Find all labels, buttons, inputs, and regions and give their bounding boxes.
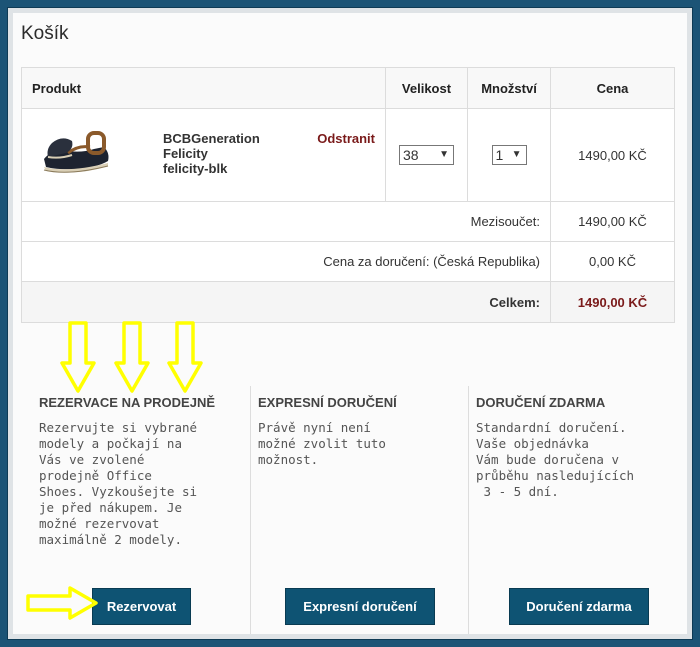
- cart-table: Produkt Velikost Množství Cena BCBGenera…: [21, 67, 675, 323]
- header-product: Produkt: [21, 67, 386, 109]
- product-name[interactable]: BCBGeneration Felicity felicity-blk: [163, 131, 260, 176]
- header-price: Cena: [550, 67, 675, 109]
- free-delivery-text: Standardní doručení. Vaše objednávka Vám…: [476, 420, 635, 499]
- size-cell: 38 ▼: [385, 108, 468, 202]
- shipping-row: Cena za doručení: (Česká Republika) 0,00…: [21, 241, 675, 282]
- product-sku: felicity-blk: [163, 161, 228, 176]
- express-option: EXPRESNÍ DORUČENÍ Právě nyní není možné …: [251, 386, 469, 634]
- reserve-heading: REZERVACE NA PRODEJNĚ: [39, 395, 216, 410]
- header-quantity: Množství: [467, 67, 551, 109]
- subtotal-label: Mezisoučet:: [21, 201, 551, 242]
- total-value: 1490,00 KČ: [550, 281, 675, 323]
- remove-item-link[interactable]: Odstranit: [317, 131, 375, 146]
- header-size: Velikost: [385, 67, 468, 109]
- quantity-cell: 1 ▼: [467, 108, 551, 202]
- size-select-value: 38: [403, 147, 419, 163]
- subtotal-value: 1490,00 KČ: [550, 201, 675, 242]
- shipping-label: Cena za doručení: (Česká Republika): [21, 241, 551, 282]
- reserve-text: Rezervujte si vybrané modely a počkají n…: [39, 420, 198, 547]
- annotation-arrow-down-icon: [167, 321, 203, 393]
- product-cell: BCBGeneration Felicity felicity-blk Odst…: [21, 108, 386, 202]
- annotation-arrow-down-icon: [60, 321, 96, 393]
- cart-panel: Košík Produkt Velikost Množství Cena BCB…: [13, 13, 687, 634]
- quantity-select[interactable]: 1 ▼: [491, 145, 527, 165]
- page-title: Košík: [21, 23, 69, 44]
- total-row: Celkem: 1490,00 KČ: [21, 281, 675, 323]
- annotation-arrow-down-icon: [114, 321, 150, 393]
- shoe-image[interactable]: [38, 123, 114, 183]
- product-brand: BCBGeneration: [163, 131, 260, 146]
- select-arrow-icon: ▼: [439, 149, 449, 160]
- express-heading: EXPRESNÍ DORUČENÍ: [258, 395, 397, 410]
- free-delivery-button[interactable]: Doručení zdarma: [509, 588, 649, 625]
- cart-header-row: Produkt Velikost Množství Cena: [21, 67, 675, 109]
- reserve-button[interactable]: Rezervovat: [92, 588, 191, 625]
- free-delivery-heading: DORUČENÍ ZDARMA: [476, 395, 606, 410]
- free-delivery-option: DORUČENÍ ZDARMA Standardní doručení. Vaš…: [469, 386, 675, 634]
- express-text: Právě nyní není možné zvolit tuto možnos…: [258, 420, 386, 467]
- select-arrow-icon: ▼: [511, 149, 522, 160]
- annotation-arrow-right-icon: [26, 586, 98, 620]
- size-select[interactable]: 38 ▼: [399, 145, 454, 165]
- product-model: Felicity: [163, 146, 208, 161]
- price-cell: 1490,00 KČ: [550, 108, 675, 202]
- cart-item-row: BCBGeneration Felicity felicity-blk Odst…: [21, 108, 675, 202]
- shipping-value: 0,00 KČ: [550, 241, 675, 282]
- quantity-select-value: 1: [495, 147, 504, 163]
- express-delivery-button[interactable]: Expresní doručení: [285, 588, 435, 625]
- total-label: Celkem:: [21, 281, 551, 323]
- subtotal-row: Mezisoučet: 1490,00 KČ: [21, 201, 675, 242]
